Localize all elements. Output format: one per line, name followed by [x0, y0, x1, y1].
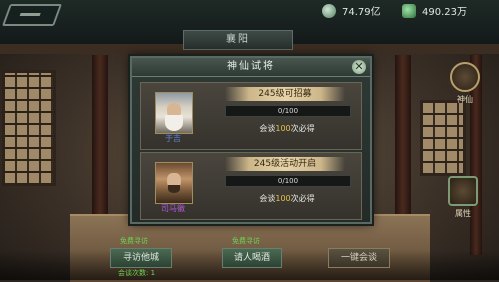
- progress-text: 0/100: [277, 177, 299, 185]
- immortal-side-button[interactable]: 神仙: [450, 62, 480, 105]
- close-button[interactable]: ✕: [352, 60, 366, 74]
- attribute-icon: [448, 176, 478, 206]
- immortal-trial-dialog: 神仙试将 ✕ 于吉 245级可招募 0/100 会谈100次必得 司马徽 245…: [130, 56, 372, 224]
- silver-resource: 490.23万: [402, 3, 467, 18]
- talk-requirement: 会谈100次必得: [259, 194, 315, 203]
- right-lattice-window: [420, 100, 466, 176]
- one-click-talk-button[interactable]: 一键会谈: [328, 248, 390, 268]
- back-arrow-icon: [19, 13, 41, 16]
- talk-count: 100: [275, 124, 291, 133]
- invite-drink-button[interactable]: 请人喝酒: [222, 248, 282, 268]
- gold-resource: 74.79亿: [322, 3, 381, 18]
- immortal-label: 神仙: [457, 95, 473, 104]
- free-wine-label: 免费寻访: [232, 237, 260, 245]
- back-button[interactable]: [1, 4, 63, 26]
- gold-amount: 74.79亿: [342, 7, 381, 18]
- visit-city-button[interactable]: 寻访他城: [110, 248, 172, 268]
- general-card[interactable]: 于吉 245级可招募 0/100 会谈100次必得: [140, 82, 362, 150]
- attribute-side-button[interactable]: 属性: [448, 176, 478, 219]
- silver-icon: [402, 3, 416, 18]
- dialog-title: 神仙试将: [132, 58, 370, 77]
- talk-count-label: 会谈次数: 1: [118, 269, 156, 277]
- general-name: 司马徽: [161, 204, 185, 213]
- general-card[interactable]: 司马徽 245级活动开启 0/100 会谈100次必得: [140, 152, 362, 220]
- gold-icon: [322, 3, 336, 18]
- progress-bar: 0/100: [225, 175, 351, 187]
- immortal-icon: [450, 62, 480, 92]
- card-header: 245级可招募: [225, 87, 345, 101]
- city-name-plate: 襄阳: [183, 30, 293, 50]
- card-header: 245级活动开启: [225, 157, 345, 171]
- silver-amount: 490.23万: [422, 7, 467, 18]
- talk-requirement: 会谈100次必得: [259, 124, 315, 133]
- free-visit-label: 免费寻访: [120, 237, 148, 245]
- progress-text: 0/100: [277, 107, 299, 115]
- talk-count: 100: [275, 194, 291, 203]
- left-lattice-window: [2, 70, 56, 186]
- general-portrait: [155, 162, 193, 204]
- general-portrait: [155, 92, 193, 134]
- progress-bar: 0/100: [225, 105, 351, 117]
- general-name: 于吉: [165, 134, 181, 143]
- attribute-label: 属性: [455, 209, 471, 218]
